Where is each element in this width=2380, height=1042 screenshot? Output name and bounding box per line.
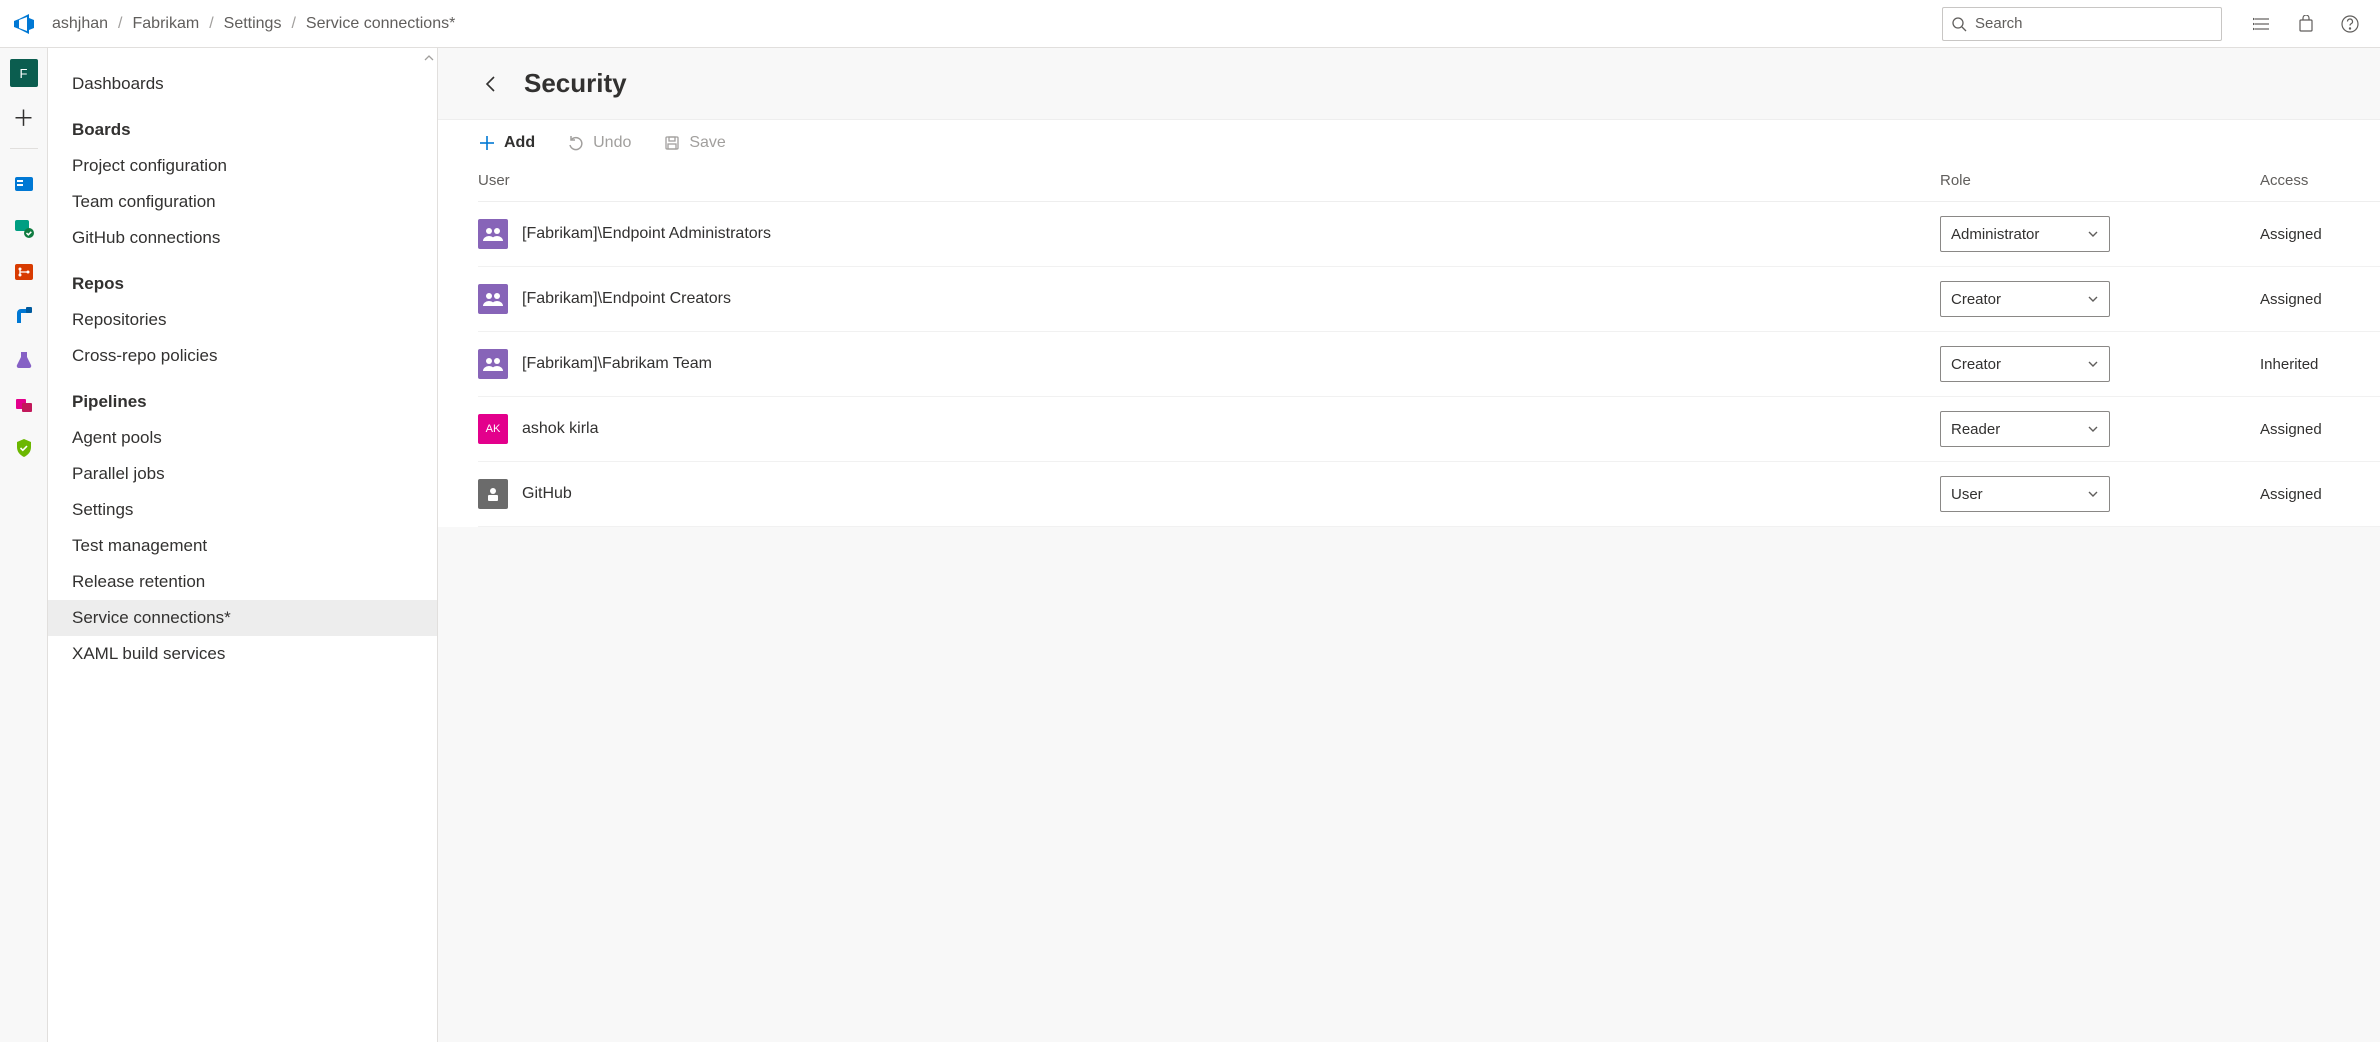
azure-devops-logo[interactable] — [8, 8, 40, 40]
sidebar-item[interactable]: Cross-repo policies — [48, 338, 437, 374]
table-row[interactable]: [Fabrikam]\Endpoint Creators Creator Assig… — [478, 267, 2380, 332]
help-icon[interactable] — [2338, 12, 2362, 36]
table-header: User Role Access — [478, 166, 2380, 202]
role-value: Administrator — [1951, 226, 2039, 243]
undo-button: Undo — [567, 134, 631, 152]
breadcrumb-sep: / — [209, 15, 213, 33]
add-label: Add — [504, 134, 535, 152]
sidebar-item[interactable]: Parallel jobs — [48, 456, 437, 492]
undo-label: Undo — [593, 134, 631, 152]
sidebar-item[interactable]: Project configuration — [48, 148, 437, 184]
sidebar-heading: Boards — [48, 102, 437, 148]
sidebar-item[interactable]: Repositories — [48, 302, 437, 338]
scroll-up-icon[interactable] — [423, 52, 435, 64]
user-avatar: AK — [478, 414, 508, 444]
rail-project-badge[interactable]: F — [9, 58, 39, 88]
undo-icon — [567, 134, 585, 152]
table-row[interactable]: [Fabrikam]\Endpoint Administrators Admini… — [478, 202, 2380, 267]
sidebar-item[interactable]: Settings — [48, 492, 437, 528]
sidebar-item[interactable]: XAML build services — [48, 636, 437, 672]
rail-boards-icon[interactable] — [9, 169, 39, 199]
group-avatar-icon — [478, 284, 508, 314]
user-name: ashok kirla — [522, 420, 598, 438]
sidebar-item[interactable]: Agent pools — [48, 420, 437, 456]
col-access: Access — [2260, 172, 2380, 189]
rail-divider — [10, 148, 38, 149]
role-dropdown[interactable]: Reader — [1940, 411, 2110, 447]
sidebar-heading: Pipelines — [48, 374, 437, 420]
role-value: Reader — [1951, 421, 2000, 438]
table-row[interactable]: AK ashok kirla Reader Assigned — [478, 397, 2380, 462]
main-content: Security Add Undo — [438, 48, 2380, 1042]
sidebar-heading: Repos — [48, 256, 437, 302]
save-icon — [663, 134, 681, 152]
rail-testplans-icon[interactable] — [9, 345, 39, 375]
sidebar-item[interactable]: Team configuration — [48, 184, 437, 220]
rail-artifacts-icon[interactable] — [9, 389, 39, 419]
command-bar: Add Undo Save — [438, 120, 2380, 166]
top-bar: ashjhan / Fabrikam / Settings / Service … — [0, 0, 2380, 48]
search-input[interactable] — [1975, 15, 2213, 32]
breadcrumb-item-1[interactable]: Fabrikam — [133, 15, 200, 33]
access-value: Assigned — [2260, 421, 2380, 438]
list-icon[interactable] — [2250, 12, 2274, 36]
search-icon — [1951, 16, 1967, 32]
save-label: Save — [689, 134, 725, 152]
role-value: User — [1951, 486, 1983, 503]
search-box[interactable] — [1942, 7, 2222, 41]
role-value: Creator — [1951, 356, 2001, 373]
rail-security-icon[interactable] — [9, 433, 39, 463]
role-dropdown[interactable]: Creator — [1940, 281, 2110, 317]
table-row[interactable]: GitHub User Assigned — [478, 462, 2380, 527]
rail-pipelines-icon[interactable] — [9, 301, 39, 331]
role-value: Creator — [1951, 291, 2001, 308]
breadcrumb-sep: / — [118, 15, 122, 33]
back-button[interactable] — [478, 70, 506, 98]
sidebar-item[interactable]: Test management — [48, 528, 437, 564]
page-title: Security — [524, 68, 627, 99]
sidebar-item[interactable]: Service connections* — [48, 600, 437, 636]
breadcrumb-item-3[interactable]: Service connections* — [306, 15, 455, 33]
sidebar-item[interactable]: Release retention — [48, 564, 437, 600]
role-dropdown[interactable]: Administrator — [1940, 216, 2110, 252]
chevron-down-icon — [2087, 423, 2099, 435]
user-name: [Fabrikam]\Endpoint Creators — [522, 290, 731, 308]
chevron-down-icon — [2087, 293, 2099, 305]
access-value: Inherited — [2260, 356, 2380, 373]
marketplace-icon[interactable] — [2294, 12, 2318, 36]
user-name: [Fabrikam]\Fabrikam Team — [522, 355, 712, 373]
breadcrumb-item-0[interactable]: ashjhan — [52, 15, 108, 33]
settings-sidebar: DashboardsBoardsProject configurationTea… — [48, 48, 438, 1042]
page-header: Security — [438, 48, 2380, 120]
col-user: User — [478, 172, 1940, 189]
chevron-down-icon — [2087, 488, 2099, 500]
sidebar-item[interactable]: GitHub connections — [48, 220, 437, 256]
group-avatar-icon — [478, 219, 508, 249]
table-row[interactable]: [Fabrikam]\Fabrikam Team Creator Inherited — [478, 332, 2380, 397]
breadcrumb-sep: / — [291, 15, 295, 33]
access-value: Assigned — [2260, 291, 2380, 308]
save-button: Save — [663, 134, 725, 152]
add-button[interactable]: Add — [478, 134, 535, 152]
breadcrumb-item-2[interactable]: Settings — [224, 15, 282, 33]
user-name: GitHub — [522, 485, 572, 503]
access-value: Assigned — [2260, 226, 2380, 243]
rail-repos-icon[interactable] — [9, 257, 39, 287]
rail-new-icon[interactable]: ＋ — [9, 102, 39, 132]
service-avatar-icon — [478, 479, 508, 509]
group-avatar-icon — [478, 349, 508, 379]
chevron-down-icon — [2087, 358, 2099, 370]
sidebar-item[interactable]: Dashboards — [48, 66, 437, 102]
col-role: Role — [1940, 172, 2260, 189]
access-value: Assigned — [2260, 486, 2380, 503]
breadcrumb: ashjhan / Fabrikam / Settings / Service … — [52, 15, 455, 33]
role-dropdown[interactable]: User — [1940, 476, 2110, 512]
left-rail: F ＋ — [0, 48, 48, 1042]
role-dropdown[interactable]: Creator — [1940, 346, 2110, 382]
rail-workitems-icon[interactable] — [9, 213, 39, 243]
plus-icon — [478, 134, 496, 152]
chevron-down-icon — [2087, 228, 2099, 240]
user-name: [Fabrikam]\Endpoint Administrators — [522, 225, 771, 243]
